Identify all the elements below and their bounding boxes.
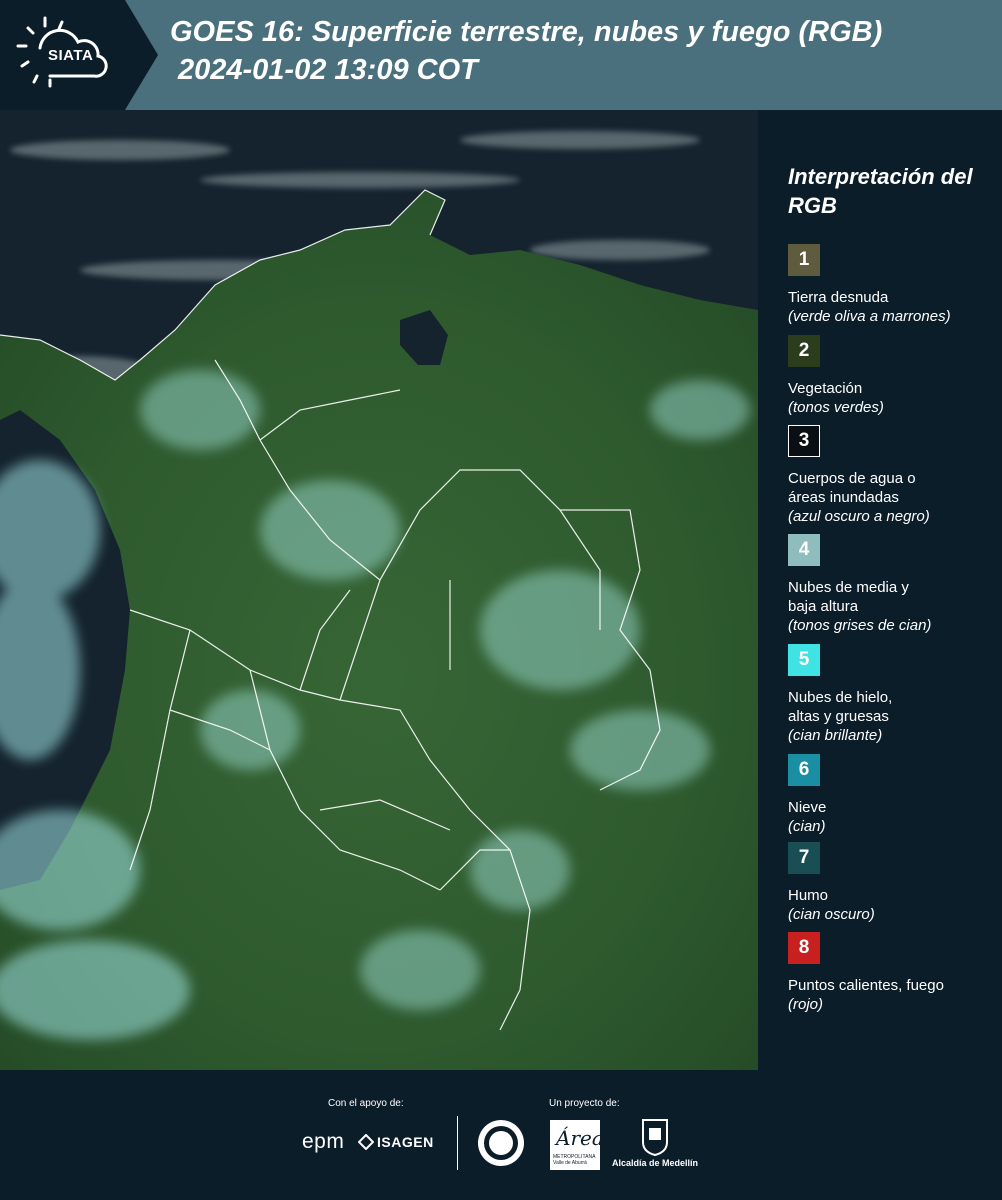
legend-desc: (tonos verdes) (788, 399, 884, 416)
footer: Con el apoyo de: Un proyecto de: epm ISA… (0, 1070, 1002, 1200)
legend-item-vegetation: 2 Vegetación (tonos verdes) (788, 335, 998, 417)
legend-swatch: 5 (788, 644, 820, 676)
legend-desc: (tonos grises de cian) (788, 617, 932, 634)
legend-label: Nieve (788, 799, 827, 816)
footer-divider (457, 1116, 458, 1170)
legend-item-water: 3 Cuerpos de agua o áreas inundadas (azu… (788, 425, 998, 526)
legend-swatch: 8 (788, 932, 820, 964)
legend-item-fire: 8 Puntos calientes, fuego (rojo) (788, 932, 998, 1014)
siata-logo: SIATA (0, 0, 158, 110)
area-metropolitana-logo: Área METROPOLITANA Valle de Aburrá (550, 1120, 604, 1170)
project-label: Un proyecto de: (549, 1098, 620, 1109)
legend-desc: (rojo) (788, 996, 824, 1013)
government-seal-icon (478, 1120, 524, 1166)
legend-desc: (cian oscuro) (788, 906, 875, 923)
legend-panel: Interpretación del RGB 1 Tierra desnuda … (760, 110, 1002, 1070)
legend-item-bare-soil: 1 Tierra desnuda (verde oliva a marrones… (788, 244, 998, 326)
logo-text: SIATA (48, 47, 94, 64)
area-logo-script: Área (556, 1126, 604, 1150)
epm-logo: epm (302, 1130, 345, 1153)
legend-label: Vegetación (788, 380, 863, 397)
legend-swatch: 2 (788, 335, 820, 367)
legend-desc: (verde oliva a marrones) (788, 308, 951, 325)
legend-label: Nubes de hielo, altas y gruesas (788, 689, 893, 725)
legend-swatch: 3 (788, 425, 820, 457)
legend-item-smoke: 7 Humo (cian oscuro) (788, 842, 998, 924)
map-image (0, 110, 758, 1070)
page-title: GOES 16: Superficie terrestre, nubes y f… (170, 16, 883, 48)
legend-desc: (azul oscuro a negro) (788, 508, 930, 525)
legend-swatch: 6 (788, 754, 820, 786)
alcaldia-shield-icon (642, 1119, 668, 1156)
legend-label: Cuerpos de agua o áreas inundadas (788, 470, 916, 506)
legend-label: Nubes de media y baja altura (788, 579, 909, 615)
alcaldia-text: Alcaldía de Medellín (612, 1158, 699, 1168)
legend-label: Tierra desnuda (788, 289, 889, 306)
legend-swatch: 4 (788, 534, 820, 566)
satellite-map (0, 110, 758, 1070)
legend-item-snow: 6 Nieve (cian) (788, 754, 998, 836)
support-label: Con el apoyo de: (328, 1098, 404, 1109)
legend-label: Puntos calientes, fuego (788, 977, 944, 994)
legend-label: Humo (788, 887, 829, 904)
page-timestamp: 2024-01-02 13:09 COT (178, 54, 478, 86)
legend-item-mid-low-clouds: 4 Nubes de media y baja altura (tonos gr… (788, 534, 998, 635)
header-bar: SIATA GOES 16: Superficie terrestre, nub… (0, 0, 1002, 110)
legend-title: Interpretación del RGB (788, 164, 973, 218)
area-logo-subtitle: METROPOLITANA Valle de Aburrá (553, 1154, 596, 1166)
legend-desc: (cian brillante) (788, 727, 883, 744)
legend-desc: (cian) (788, 818, 826, 835)
legend-swatch: 1 (788, 244, 820, 276)
isagen-text: ISAGEN (377, 1134, 434, 1150)
isagen-icon (358, 1134, 374, 1150)
isagen-logo: ISAGEN (358, 1132, 434, 1152)
legend-swatch: 7 (788, 842, 820, 874)
legend-item-ice-clouds: 5 Nubes de hielo, altas y gruesas (cian … (788, 644, 998, 745)
